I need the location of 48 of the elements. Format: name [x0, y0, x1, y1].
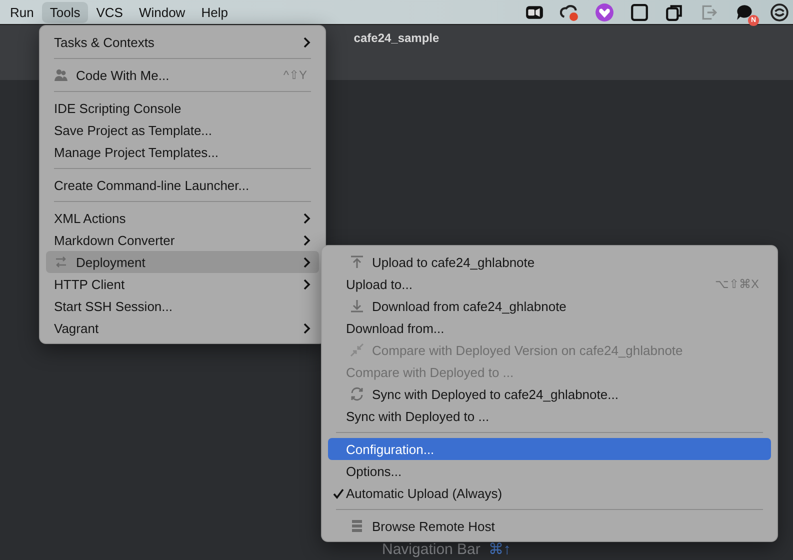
- sync-circle-icon[interactable]: [770, 2, 789, 22]
- chevron-right-icon: [303, 234, 311, 246]
- menu-item[interactable]: Browse Remote Host: [328, 515, 771, 537]
- menu-item[interactable]: Download from...: [328, 317, 771, 339]
- menu-item[interactable]: Options...: [328, 460, 771, 482]
- menu-item[interactable]: IDE Scripting Console: [46, 97, 319, 119]
- compare-arrows-icon: [350, 343, 364, 357]
- menu-item[interactable]: Upload to cafe24_ghlabnote: [328, 251, 771, 273]
- menu-item[interactable]: Upload to... ⌥⇧⌘X: [328, 273, 771, 295]
- menu-item[interactable]: HTTP Client: [46, 273, 319, 295]
- chevron-right-icon: [303, 256, 311, 268]
- copy-icon[interactable]: [665, 2, 684, 22]
- menu-item[interactable]: Sync with Deployed to ...: [328, 405, 771, 427]
- menu-item[interactable]: Manage Project Templates...: [46, 141, 319, 163]
- people-icon: [54, 68, 68, 82]
- server-icon: [350, 519, 364, 533]
- menu-item[interactable]: Automatic Upload (Always): [328, 482, 771, 504]
- menu-bar-item[interactable]: Window: [130, 2, 194, 22]
- menu-item[interactable]: Vagrant: [46, 317, 319, 339]
- menu-bar-item[interactable]: VCS: [88, 2, 131, 22]
- chevron-right-icon: [303, 36, 311, 48]
- chevron-right-icon: [303, 322, 311, 334]
- chevron-right-icon: [303, 212, 311, 224]
- shortcut-text: ⌘↑: [488, 541, 511, 558]
- menu-item[interactable]: Tasks & Contexts: [46, 31, 319, 53]
- cloud-icon[interactable]: [560, 2, 579, 22]
- menu-item[interactable]: Save Project as Template...: [46, 119, 319, 141]
- menu-item[interactable]: Create Command-line Launcher...: [46, 174, 319, 196]
- square-icon[interactable]: [630, 2, 649, 22]
- window-title: cafe24_sample: [354, 31, 440, 47]
- menu-bar-item[interactable]: Tools: [42, 2, 88, 22]
- menu-item[interactable]: XML Actions: [46, 207, 319, 229]
- menu-item[interactable]: Configuration...: [328, 438, 771, 460]
- upload-icon: [350, 255, 364, 269]
- sync-icon: [350, 387, 364, 401]
- hint-text: Navigation Bar: [382, 541, 480, 558]
- chat-bubble-icon[interactable]: [735, 2, 754, 22]
- download-icon: [350, 299, 364, 313]
- chevron-right-icon: [303, 278, 311, 290]
- menu-item[interactable]: Deployment: [46, 251, 319, 273]
- menu-bar-item[interactable]: Help: [193, 2, 236, 22]
- menu-item[interactable]: Sync with Deployed to cafe24_ghlabnote...: [328, 383, 771, 405]
- menu-item[interactable]: Download from cafe24_ghlabnote: [328, 295, 771, 317]
- menu-item[interactable]: Markdown Converter: [46, 229, 319, 251]
- menu-bar-item[interactable]: Run: [2, 2, 42, 22]
- swap-arrows-icon: [54, 255, 68, 269]
- menu-item[interactable]: Start SSH Session...: [46, 295, 319, 317]
- menu-item[interactable]: Code With Me... ^⇧Y: [46, 64, 319, 86]
